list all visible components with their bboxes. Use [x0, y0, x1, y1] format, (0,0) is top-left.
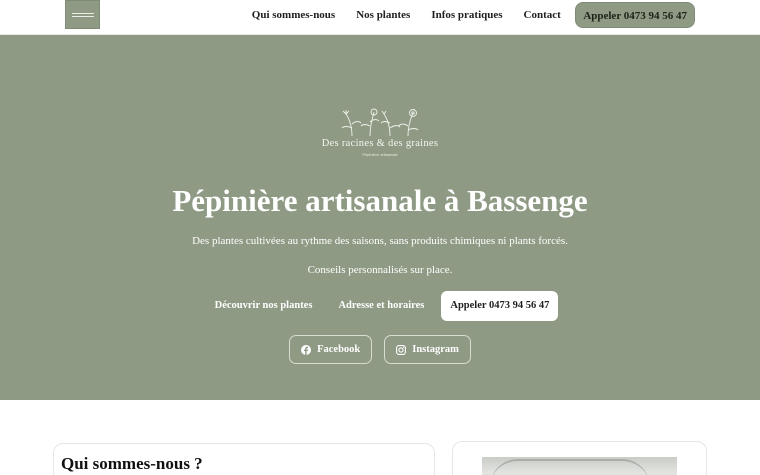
nav-qui-sommes-nous[interactable]: Qui sommes-nous	[241, 9, 345, 21]
hero-cta-row: Découvrir nos plantes Adresse et horaire…	[0, 291, 760, 321]
hero-subtitle-2: Conseils personnalisés sur place.	[307, 264, 453, 276]
discover-plants-button[interactable]: Découvrir nos plantes	[202, 291, 326, 321]
instagram-icon	[396, 344, 407, 355]
about-photo-card	[452, 441, 707, 475]
facebook-label: Facebook	[317, 344, 361, 355]
nav-nos-plantes[interactable]: Nos plantes	[346, 9, 421, 21]
instagram-label: Instagram	[412, 344, 459, 355]
about-card: Qui sommes-nous ?	[53, 443, 435, 475]
address-hours-button[interactable]: Adresse et horaires	[325, 291, 437, 321]
facebook-icon	[301, 344, 312, 355]
brand-tagline: Pépinière artisanale	[362, 152, 398, 157]
social-links: Facebook Instagram	[0, 335, 760, 364]
logo-mark	[71, 12, 94, 17]
instagram-button[interactable]: Instagram	[384, 335, 471, 364]
nav-infos-pratiques[interactable]: Infos pratiques	[421, 9, 513, 21]
site-header: Qui sommes-nous Nos plantes Infos pratiq…	[0, 0, 760, 35]
nav-contact[interactable]: Contact	[513, 9, 571, 21]
brand-name: Des racines & des graines	[321, 138, 439, 149]
hero-title: Pépinière artisanale à Bassenge	[172, 183, 588, 218]
greenhouse-photo	[482, 457, 677, 475]
hero-call-button[interactable]: Appeler 0473 94 56 47	[441, 291, 559, 321]
about-heading: Qui sommes-nous ?	[61, 454, 203, 473]
hero-section: Des racines & des graines Pépinière arti…	[0, 35, 760, 400]
header-call-button[interactable]: Appeler 0473 94 56 47	[575, 1, 695, 28]
main-nav: Qui sommes-nous Nos plantes Infos pratiq…	[241, 0, 695, 29]
hero-subtitle: Des plantes cultivées au rythme des sais…	[192, 235, 568, 247]
facebook-button[interactable]: Facebook	[289, 335, 373, 364]
site-logo[interactable]	[65, 0, 100, 29]
